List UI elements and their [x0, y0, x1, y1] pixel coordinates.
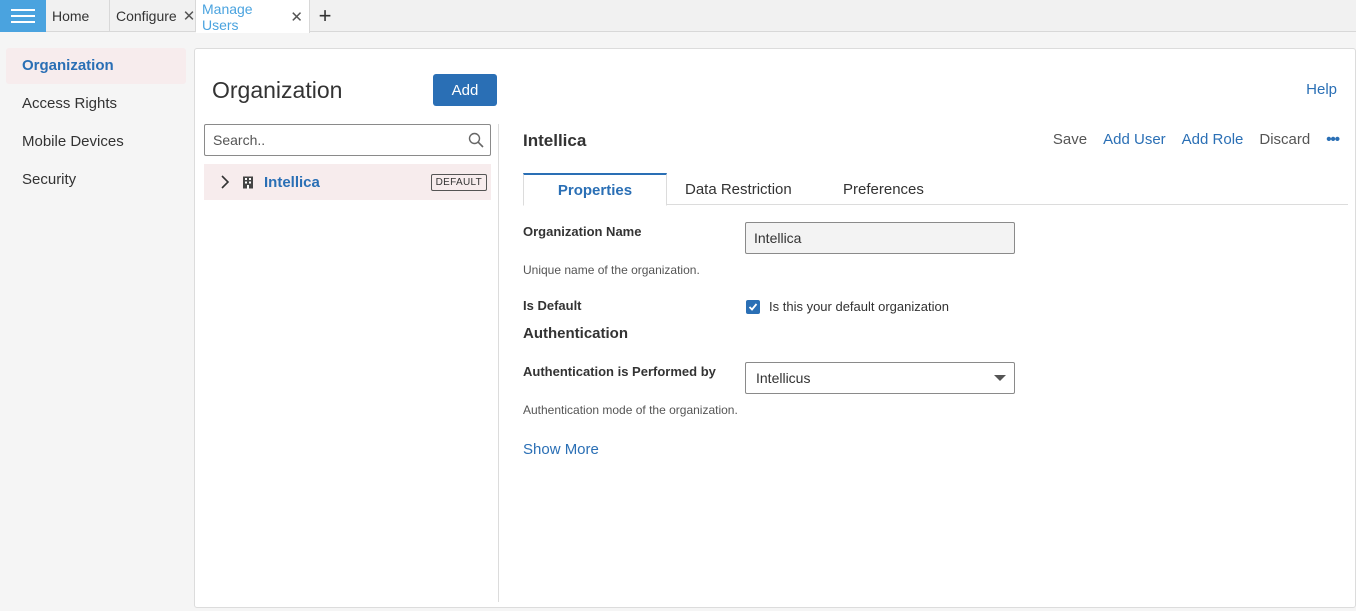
chevron-down-icon	[994, 375, 1006, 381]
search-box	[204, 124, 491, 156]
add-tab-icon[interactable]: +	[310, 0, 340, 31]
more-options-icon[interactable]: •••	[1326, 131, 1340, 148]
add-role-button[interactable]: Add Role	[1182, 131, 1244, 148]
organization-name-value: Intellica	[754, 230, 802, 246]
main-panel: Organization Add Help Intellica DEFAULT …	[194, 48, 1356, 608]
is-default-checkbox-label: Is this your default organization	[769, 299, 949, 314]
tree-item-intellica[interactable]: Intellica DEFAULT	[204, 164, 491, 200]
tab-preferences[interactable]: Preferences	[843, 173, 924, 205]
nav-item-organization[interactable]: Organization	[6, 48, 186, 84]
add-button[interactable]: Add	[433, 74, 497, 106]
save-button[interactable]: Save	[1053, 131, 1087, 148]
checkbox-checked-icon[interactable]	[746, 299, 760, 314]
authentication-label: Authentication is Performed by	[523, 364, 716, 379]
chevron-right-icon[interactable]	[218, 175, 232, 189]
close-icon[interactable]: ✕	[284, 8, 303, 26]
tab-properties[interactable]: Properties	[523, 173, 667, 206]
tab-home[interactable]: Home	[46, 0, 110, 31]
tab-configure-label: Configure	[116, 7, 177, 24]
search-icon[interactable]	[468, 132, 484, 148]
search-input[interactable]	[205, 125, 490, 155]
nav-item-access-rights[interactable]: Access Rights	[6, 86, 186, 122]
tab-data-restriction[interactable]: Data Restriction	[685, 173, 792, 205]
authentication-select-value: Intellicus	[756, 370, 811, 386]
tab-configure[interactable]: Configure ✕	[110, 0, 196, 31]
is-default-checkbox[interactable]: Is this your default organization	[746, 299, 949, 314]
page-title: Organization	[212, 77, 343, 103]
left-nav: Organization Access Rights Mobile Device…	[6, 48, 186, 200]
add-user-button[interactable]: Add User	[1103, 131, 1166, 148]
tree-item-label: Intellica	[264, 173, 320, 191]
discard-button[interactable]: Discard	[1259, 131, 1310, 148]
is-default-label: Is Default	[523, 298, 582, 313]
top-tab-bar: Home Configure ✕ Manage Users ✕ +	[0, 0, 1356, 33]
detail-tabs: Properties Data Restriction Preferences	[523, 173, 1348, 206]
organization-name-label: Organization Name	[523, 224, 642, 239]
tab-manage-users-label: Manage Users	[202, 0, 253, 33]
authentication-hint: Authentication mode of the organization.	[523, 403, 738, 417]
panel-divider	[498, 124, 499, 602]
close-icon[interactable]: ✕	[177, 7, 196, 25]
authentication-select[interactable]: Intellicus	[745, 362, 1015, 394]
show-more-link[interactable]: Show More	[523, 441, 599, 458]
hamburger-menu-icon[interactable]	[0, 0, 46, 32]
authentication-section-title: Authentication	[523, 325, 628, 342]
detail-title: Intellica	[523, 131, 587, 150]
help-link[interactable]: Help	[1306, 81, 1337, 98]
organization-name-hint: Unique name of the organization.	[523, 263, 700, 277]
default-badge: DEFAULT	[430, 173, 487, 191]
tab-home-label: Home	[52, 7, 90, 24]
nav-item-mobile-devices[interactable]: Mobile Devices	[6, 124, 186, 160]
building-icon	[243, 176, 253, 188]
detail-actions: Save Add User Add Role Discard •••	[1053, 131, 1340, 148]
organization-name-field[interactable]: Intellica	[745, 222, 1015, 254]
nav-item-security[interactable]: Security	[6, 162, 186, 198]
tab-manage-users[interactable]: Manage Users ✕	[196, 0, 310, 33]
